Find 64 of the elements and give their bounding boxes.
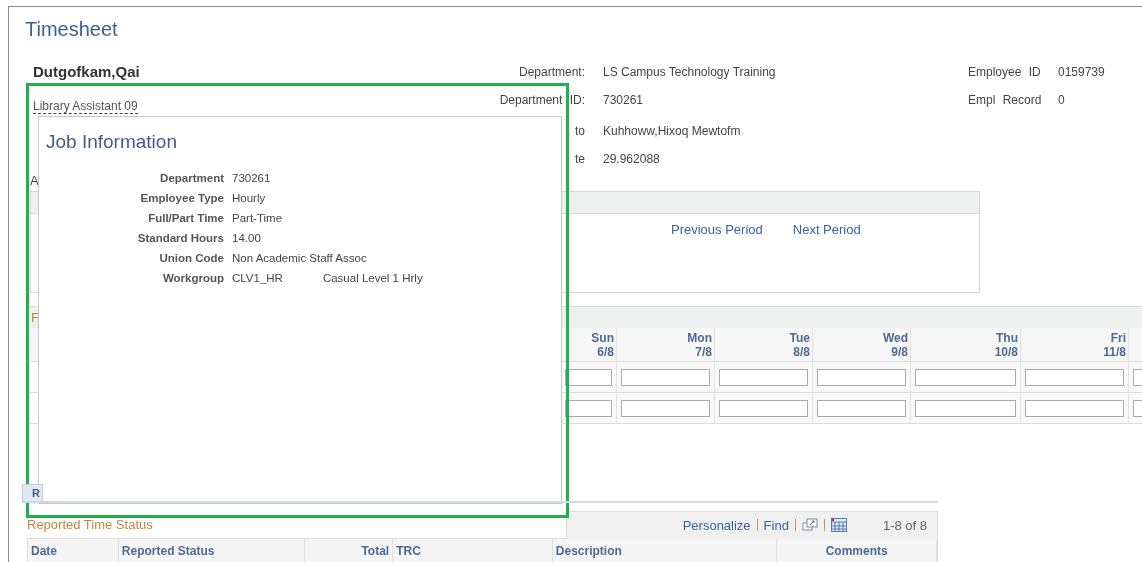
- hours-input[interactable]: [719, 368, 808, 386]
- hours-input[interactable]: [817, 399, 906, 417]
- hours-input[interactable]: [565, 368, 612, 386]
- page-title: Timesheet: [24, 17, 118, 41]
- field-label: Workgroup: [162, 272, 224, 284]
- column-header: Total: [361, 544, 390, 558]
- day-column-header: Sun 6/8: [591, 331, 614, 359]
- hours-input[interactable]: [915, 368, 1016, 386]
- hours-input[interactable]: [817, 368, 906, 386]
- field-value: CLV1_HR: [232, 271, 283, 286]
- day-column-header: Thu 10/8: [994, 331, 1018, 359]
- field-value: LS Campus Technology Training: [603, 64, 776, 79]
- field-label: Department:: [518, 64, 585, 79]
- tab[interactable]: R: [22, 484, 43, 501]
- field-value: 14.00: [232, 231, 261, 246]
- day-column-header: Fri 11/8: [1103, 331, 1126, 359]
- hours-input[interactable]: [915, 399, 1016, 417]
- section-heading: A: [30, 173, 39, 188]
- new-window-icon[interactable]: [801, 518, 818, 532]
- field-label: Employee Type: [140, 192, 224, 204]
- field-value: 0159739: [1058, 64, 1105, 79]
- period-link[interactable]: Next Period: [792, 222, 861, 237]
- field-label: Employee ID: [968, 64, 1041, 79]
- employee-name: Dutgofkam,Qai: [33, 63, 140, 80]
- field-value: 0: [1058, 92, 1065, 107]
- hours-input[interactable]: [1025, 399, 1124, 417]
- column-header: Reported Status: [121, 544, 215, 558]
- field-label: Full/Part Time: [148, 212, 224, 224]
- field-label: Empl Record: [968, 92, 1042, 107]
- section-heading: Reported Time Status: [27, 517, 153, 532]
- day-column-header: Tue 8/8: [789, 331, 810, 359]
- field-label: to: [575, 123, 585, 138]
- hours-input[interactable]: [719, 399, 808, 417]
- field-value: Kuhhoww,Hixoq Mewtofm: [603, 123, 741, 138]
- job-title-link[interactable]: Library Assistant 09: [33, 99, 138, 114]
- column-header: Date: [31, 544, 57, 558]
- day-column-header: Mon 7/8: [687, 331, 712, 359]
- field-value: Hourly: [232, 191, 266, 206]
- field-description: Casual Level 1 Hrly: [322, 271, 423, 286]
- hours-input[interactable]: [621, 399, 710, 417]
- field-label: Department ID:: [499, 92, 585, 107]
- field-label: Department: [160, 172, 224, 184]
- hours-input[interactable]: [565, 399, 612, 417]
- toolbar-link[interactable]: Personalize: [682, 517, 751, 533]
- grid-icon[interactable]: [830, 518, 847, 532]
- column-header: TRC: [396, 544, 421, 558]
- hours-input[interactable]: [1025, 368, 1124, 386]
- day-column-header: Wed 9/8: [882, 331, 908, 359]
- field-value: 730261: [232, 171, 271, 186]
- field-value: 29.962088: [603, 151, 660, 166]
- section-heading: F: [31, 310, 39, 325]
- row-count: 1-8 of 8: [882, 517, 927, 533]
- field-value: Part-Time: [232, 211, 283, 226]
- field-value: 730261: [603, 92, 644, 107]
- toolbar-link[interactable]: Find: [763, 517, 789, 533]
- column-header: Comments: [825, 544, 888, 558]
- field-label: Union Code: [159, 252, 224, 264]
- popup-title: Job Information: [45, 130, 177, 153]
- field-label: Standard Hours: [137, 232, 224, 244]
- period-link[interactable]: Previous Period: [671, 222, 763, 237]
- hours-input[interactable]: [621, 368, 710, 386]
- field-value: Non Academic Staff Assoc: [232, 251, 367, 266]
- column-header: Description: [555, 544, 622, 558]
- field-label: te: [575, 151, 585, 166]
